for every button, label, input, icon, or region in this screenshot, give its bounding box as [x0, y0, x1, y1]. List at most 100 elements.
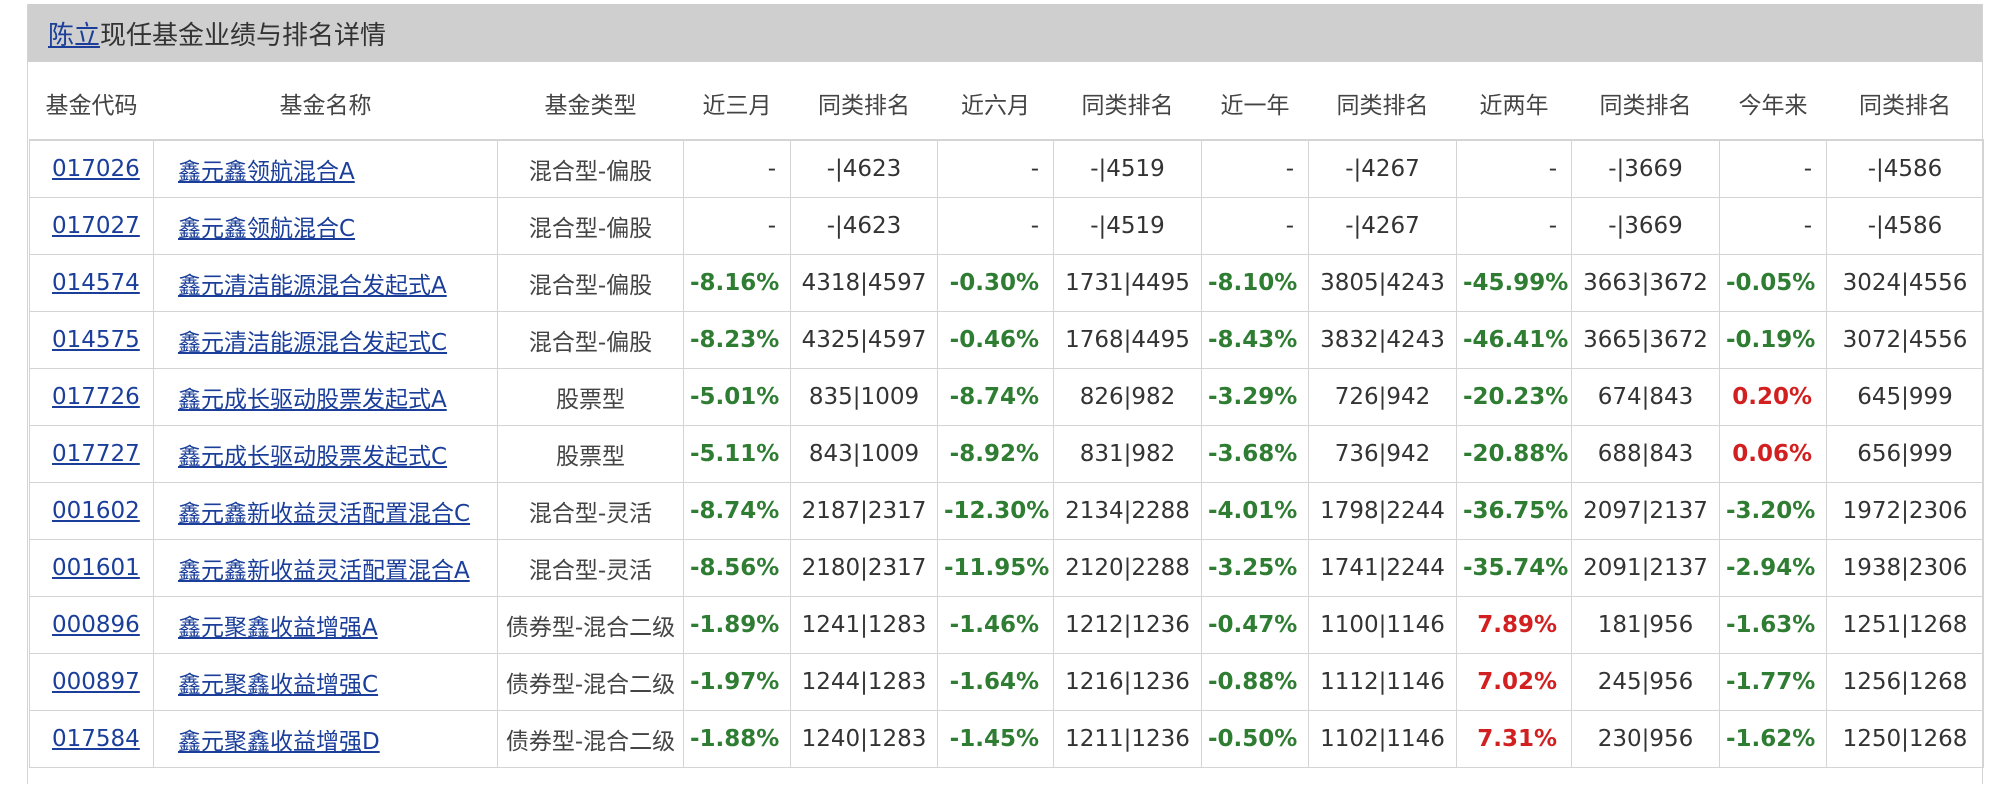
return-y1-cell: -0.50% [1201, 709, 1309, 768]
fund-code-cell-link[interactable]: 017727 [52, 441, 140, 467]
return-ytd-cell: 0.20% [1719, 367, 1827, 426]
fund-code-cell[interactable]: 000896 [29, 595, 154, 654]
rank-y1-cell: -|4267 [1308, 196, 1457, 255]
return-m6-cell: -0.30% [937, 253, 1054, 312]
rank-m3-cell: 4318|4597 [790, 253, 938, 312]
table-row: 017726 鑫元成长驱动股票发起式A 股票型 -5.01% 835|1009 -8.74… [29, 367, 1984, 426]
fund-name-cell-link[interactable]: 鑫元鑫新收益灵活配置混合A [178, 558, 470, 584]
fund-name-cell[interactable]: 鑫元聚鑫收益增强D [153, 709, 498, 768]
return-m3-cell: -1.88% [683, 709, 791, 768]
header-2y-rank: 同类排名 [1571, 67, 1720, 141]
rank-y1-cell: -|4267 [1308, 139, 1457, 198]
table-row: 014575 鑫元清洁能源混合发起式C 混合型-偏股 -8.23% 4325|4597-… [29, 310, 1984, 369]
fund-code-cell[interactable]: 014574 [29, 253, 154, 312]
return-y2-cell: -46.41% [1456, 310, 1572, 369]
return-ytd-cell: -3.20% [1719, 481, 1827, 540]
fund-code-cell-link[interactable]: 000896 [52, 612, 140, 638]
return-y1-cell: -0.88% [1201, 652, 1309, 711]
header-fund-name: 基金名称 [153, 67, 498, 141]
fund-name-cell-link[interactable]: 鑫元聚鑫收益增强C [178, 672, 378, 698]
table-row: 017026 鑫元鑫领航混合A 混合型-偏股 - -|4623- -|4519- -|426… [29, 139, 1984, 198]
rank-m3-cell: -|4623 [790, 196, 938, 255]
fund-code-cell-link[interactable]: 014574 [52, 270, 140, 296]
fund-code-cell[interactable]: 017727 [29, 424, 154, 483]
rank-y1-cell: 1100|1146 [1308, 595, 1457, 654]
fund-type-cell: 债券型-混合二级 [497, 709, 684, 768]
fund-name-cell[interactable]: 鑫元成长驱动股票发起式C [153, 424, 498, 483]
fund-name-cell-link[interactable]: 鑫元鑫领航混合C [178, 216, 355, 242]
table-row: 000896 鑫元聚鑫收益增强A 债券型-混合二级 -1.89% 1241|1283 -1… [29, 595, 1984, 654]
fund-name-cell[interactable]: 鑫元聚鑫收益增强C [153, 652, 498, 711]
fund-name-cell-link[interactable]: 鑫元鑫新收益灵活配置混合C [178, 501, 470, 527]
fund-name-cell-link[interactable]: 鑫元清洁能源混合发起式C [178, 330, 447, 356]
rank-ytd-cell: -|4586 [1826, 139, 1984, 198]
return-y2-cell: -20.88% [1456, 424, 1572, 483]
fund-code-cell[interactable]: 014575 [29, 310, 154, 369]
fund-code-cell[interactable]: 017026 [29, 139, 154, 198]
fund-name-cell-link[interactable]: 鑫元聚鑫收益增强A [178, 615, 378, 641]
fund-name-cell[interactable]: 鑫元成长驱动股票发起式A [153, 367, 498, 426]
fund-code-cell-link[interactable]: 001602 [52, 498, 140, 524]
rank-ytd-cell: 1256|1268 [1826, 652, 1984, 711]
return-m3-cell: -8.23% [683, 310, 791, 369]
fund-code-cell-link[interactable]: 017027 [52, 213, 140, 239]
rank-m6-cell: 2120|2288 [1053, 538, 1202, 597]
return-y1-cell: -8.43% [1201, 310, 1309, 369]
fund-code-cell-link[interactable]: 000897 [52, 669, 140, 695]
return-y1-cell: -3.29% [1201, 367, 1309, 426]
fund-code-cell[interactable]: 000897 [29, 652, 154, 711]
fund-name-cell[interactable]: 鑫元聚鑫收益增强A [153, 595, 498, 654]
rank-ytd-cell: 1250|1268 [1826, 709, 1984, 768]
rank-m6-cell: 2134|2288 [1053, 481, 1202, 540]
return-y1-cell: -4.01% [1201, 481, 1309, 540]
return-ytd-cell: 0.06% [1719, 424, 1827, 483]
panel-title-text: 现任基金业绩与排名详情 [100, 20, 387, 51]
fund-code-cell[interactable]: 017027 [29, 196, 154, 255]
fund-code-cell-link[interactable]: 017026 [52, 156, 140, 182]
rank-y1-cell: 726|942 [1308, 367, 1457, 426]
table-row: 001601 鑫元鑫新收益灵活配置混合A 混合型-灵活 -8.56% 2180|2317… [29, 538, 1984, 597]
return-m6-cell: -8.74% [937, 367, 1054, 426]
rank-m6-cell: -|4519 [1053, 196, 1202, 255]
fund-code-cell[interactable]: 001602 [29, 481, 154, 540]
fund-name-cell-link[interactable]: 鑫元鑫领航混合A [178, 159, 355, 185]
fund-name-cell[interactable]: 鑫元鑫领航混合C [153, 196, 498, 255]
rank-m6-cell: 1768|4495 [1053, 310, 1202, 369]
fund-code-cell-link[interactable]: 017726 [52, 384, 140, 410]
fund-code-cell-link[interactable]: 017584 [52, 726, 140, 752]
fund-name-cell[interactable]: 鑫元清洁能源混合发起式C [153, 310, 498, 369]
fund-name-cell-link[interactable]: 鑫元成长驱动股票发起式C [178, 444, 447, 470]
fund-type-cell: 债券型-混合二级 [497, 652, 684, 711]
manager-name-link[interactable]: 陈立 [48, 15, 100, 52]
fund-name-cell[interactable]: 鑫元鑫新收益灵活配置混合C [153, 481, 498, 540]
rank-y1-cell: 736|942 [1308, 424, 1457, 483]
return-ytd-cell: -0.05% [1719, 253, 1827, 312]
rank-ytd-cell: 3024|4556 [1826, 253, 1984, 312]
return-ytd-cell: -0.19% [1719, 310, 1827, 369]
rank-m3-cell: -|4623 [790, 139, 938, 198]
return-ytd-cell: -1.77% [1719, 652, 1827, 711]
rank-ytd-cell: 656|999 [1826, 424, 1984, 483]
header-3m: 近三月 [683, 67, 791, 141]
return-m6-cell: - [937, 139, 1054, 198]
return-ytd-cell: -1.63% [1719, 595, 1827, 654]
fund-type-cell: 股票型 [497, 424, 684, 483]
fund-name-cell[interactable]: 鑫元清洁能源混合发起式A [153, 253, 498, 312]
fund-code-cell[interactable]: 017726 [29, 367, 154, 426]
fund-name-cell-link[interactable]: 鑫元清洁能源混合发起式A [178, 273, 447, 299]
fund-code-cell[interactable]: 017584 [29, 709, 154, 768]
fund-performance-panel: 陈立 现任基金业绩与排名详情 基金代码 基金名称 基金类型 近三月 同类排名 近六… [27, 4, 1984, 784]
rank-y1-cell: 3832|4243 [1308, 310, 1457, 369]
fund-name-cell[interactable]: 鑫元鑫领航混合A [153, 139, 498, 198]
fund-code-cell[interactable]: 001601 [29, 538, 154, 597]
fund-code-cell-link[interactable]: 001601 [52, 555, 140, 581]
fund-type-cell: 股票型 [497, 367, 684, 426]
fund-name-cell-link[interactable]: 鑫元聚鑫收益增强D [178, 729, 380, 755]
fund-code-cell-link[interactable]: 014575 [52, 327, 140, 353]
header-1y-rank: 同类排名 [1308, 67, 1457, 141]
fund-name-cell-link[interactable]: 鑫元成长驱动股票发起式A [178, 387, 447, 413]
return-m3-cell: - [683, 196, 791, 255]
fund-name-cell[interactable]: 鑫元鑫新收益灵活配置混合A [153, 538, 498, 597]
rank-y2-cell: 3665|3672 [1571, 310, 1720, 369]
return-m3-cell: -8.56% [683, 538, 791, 597]
